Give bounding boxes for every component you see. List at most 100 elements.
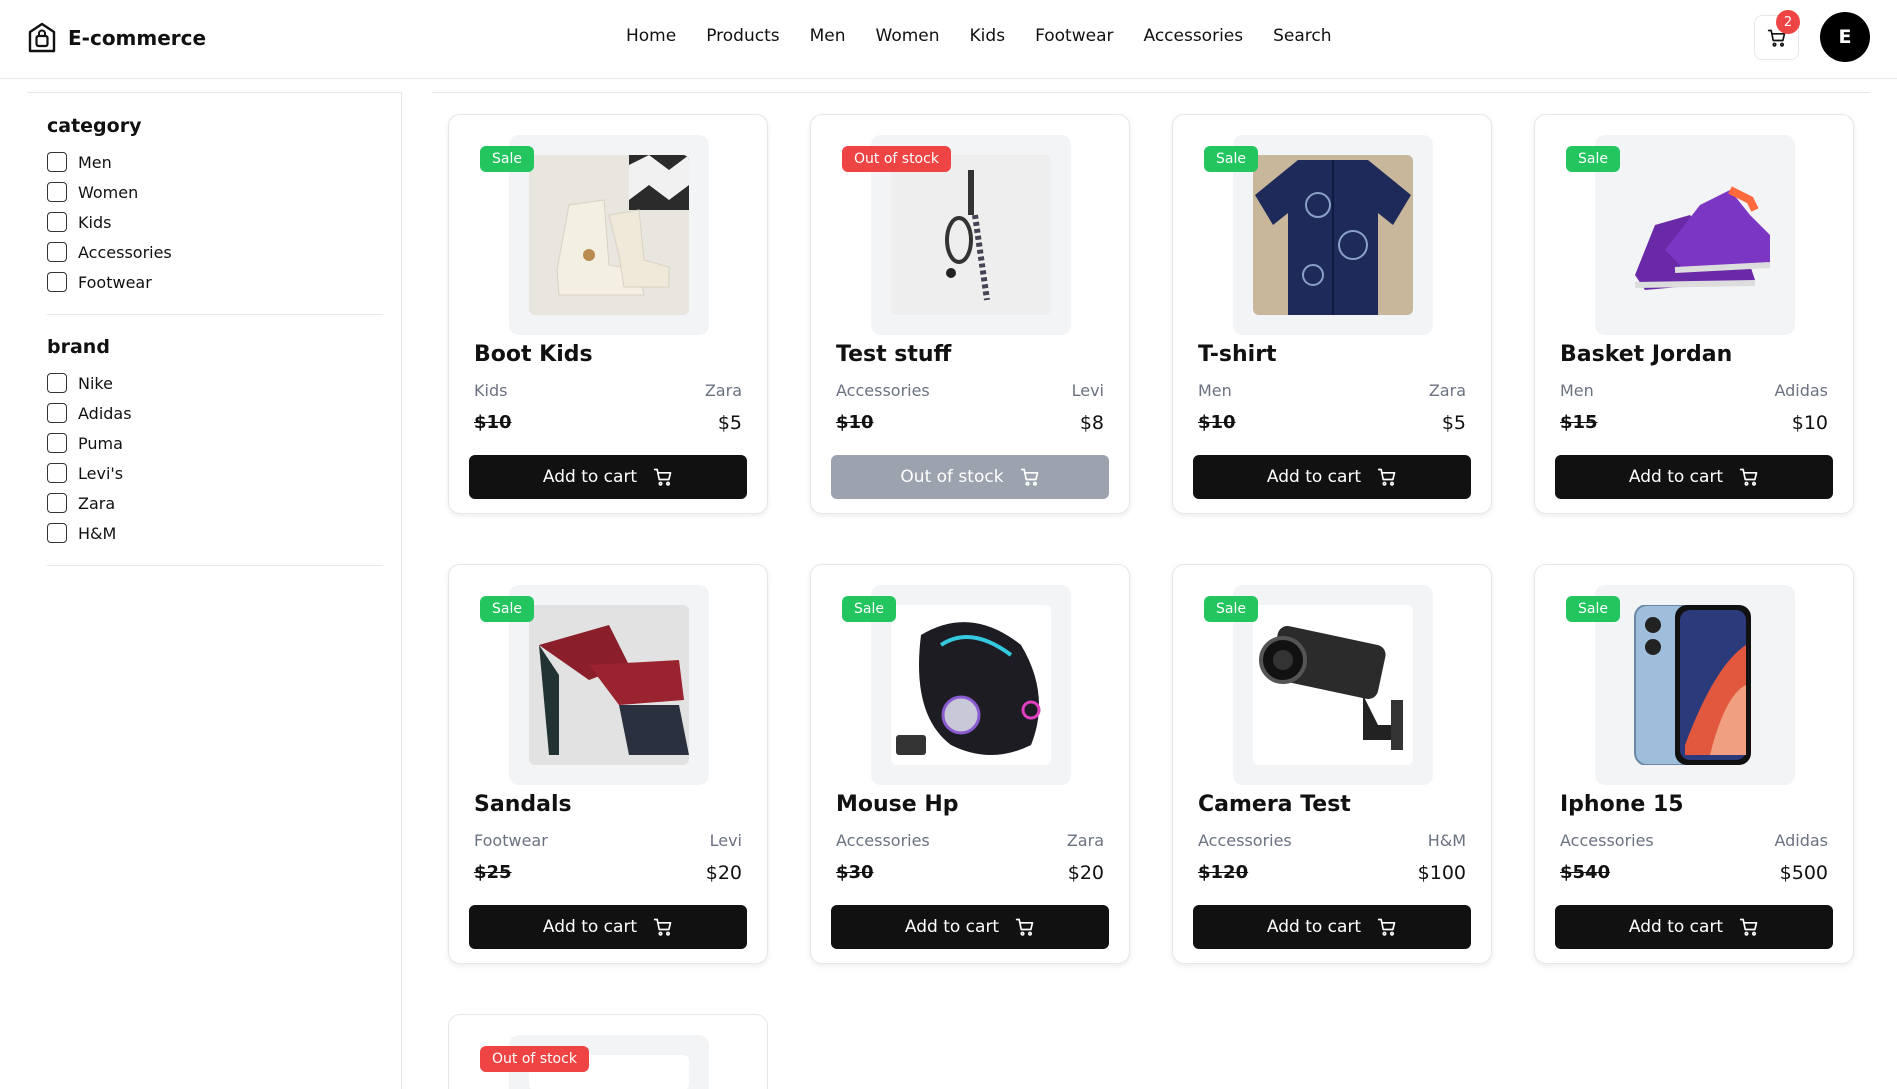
shopping-cart-icon: [1377, 918, 1396, 936]
product-card[interactable]: Sale Camera Test Accessories H&M $120 $1…: [1172, 564, 1492, 964]
add-to-cart-button[interactable]: Add to cart: [1193, 455, 1471, 499]
out-of-stock-button[interactable]: Out of stock: [831, 455, 1109, 499]
button-label: Add to cart: [1628, 917, 1724, 937]
product-brand: Zara: [1428, 381, 1466, 400]
filter-divider: [47, 565, 383, 566]
option-label: H&M: [78, 523, 117, 543]
product-image: [1253, 605, 1413, 765]
checkbox[interactable]: [47, 403, 67, 423]
brand-option-puma[interactable]: Puma: [47, 428, 383, 458]
category-option-kids[interactable]: Kids: [47, 207, 383, 237]
product-category: Kids: [474, 381, 508, 400]
sale-badge: Sale: [1566, 146, 1620, 172]
product-card[interactable]: Out of stock: [448, 1014, 768, 1089]
checkbox[interactable]: [47, 493, 67, 513]
product-image: [529, 605, 689, 765]
product-name[interactable]: Boot Kids: [474, 342, 593, 367]
product-category: Men: [1560, 381, 1594, 400]
brand-option-adidas[interactable]: Adidas: [47, 398, 383, 428]
sale-price: $10: [1791, 412, 1828, 434]
product-image-frame: [509, 585, 709, 785]
shopping-cart-icon: [653, 918, 672, 936]
checkbox[interactable]: [47, 373, 67, 393]
add-to-cart-button[interactable]: Add to cart: [1555, 455, 1833, 499]
button-label: Add to cart: [542, 917, 638, 937]
nav-search[interactable]: Search: [1273, 26, 1331, 46]
brand-filter-group: brand Nike Adidas Puma Levi's Zara H&M: [47, 336, 383, 548]
keychain-image: [891, 155, 1051, 315]
nav-kids[interactable]: Kids: [970, 26, 1006, 46]
product-image-frame: [1233, 135, 1433, 335]
product-name[interactable]: Mouse Hp: [836, 792, 959, 817]
product-category: Accessories: [836, 381, 930, 400]
brand-option-hm[interactable]: H&M: [47, 518, 383, 548]
nav-products[interactable]: Products: [706, 26, 779, 46]
checkbox[interactable]: [47, 523, 67, 543]
product-category: Men: [1198, 381, 1232, 400]
sale-badge: Sale: [480, 146, 534, 172]
product-card[interactable]: Sale Iphone 15 Accessories Adidas $540 $…: [1534, 564, 1854, 964]
product-category: Accessories: [836, 831, 930, 850]
brand-option-zara[interactable]: Zara: [47, 488, 383, 518]
checkbox[interactable]: [47, 433, 67, 453]
option-label: Adidas: [78, 403, 132, 423]
product-name[interactable]: Iphone 15: [1560, 792, 1684, 817]
category-option-accessories[interactable]: Accessories: [47, 237, 383, 267]
sale-badge: Sale: [842, 596, 896, 622]
option-label: Levi's: [78, 463, 124, 483]
nav-footwear[interactable]: Footwear: [1035, 26, 1113, 46]
brand-option-levis[interactable]: Levi's: [47, 458, 383, 488]
product-card[interactable]: Out of stock Test stuff Accessories Levi…: [810, 114, 1130, 514]
nav-accessories[interactable]: Accessories: [1143, 26, 1243, 46]
product-card[interactable]: Sale Basket Jordan Men Adidas $15 $10 Ad…: [1534, 114, 1854, 514]
option-label: Footwear: [78, 272, 152, 292]
checkbox[interactable]: [47, 152, 67, 172]
checkbox[interactable]: [47, 242, 67, 262]
product-name[interactable]: Camera Test: [1198, 792, 1351, 817]
checkbox[interactable]: [47, 212, 67, 232]
brand-logo-link[interactable]: E-commerce: [28, 22, 206, 54]
category-option-women[interactable]: Women: [47, 177, 383, 207]
product-brand: Zara: [704, 381, 742, 400]
user-avatar[interactable]: E: [1820, 12, 1870, 62]
product-name[interactable]: Test stuff: [836, 342, 951, 367]
checkbox[interactable]: [47, 272, 67, 292]
add-to-cart-button[interactable]: Add to cart: [831, 905, 1109, 949]
button-label: Add to cart: [1266, 917, 1362, 937]
filter-sidebar: category Men Women Kids Accessories Foot…: [27, 92, 402, 1089]
add-to-cart-button[interactable]: Add to cart: [469, 905, 747, 949]
button-label: Out of stock: [900, 467, 1004, 487]
product-card[interactable]: Sale Sandals Footwear Levi $25 $20 Add t…: [448, 564, 768, 964]
product-name[interactable]: Sandals: [474, 792, 572, 817]
product-name[interactable]: T-shirt: [1198, 342, 1277, 367]
original-price: $120: [1198, 862, 1249, 883]
checkbox[interactable]: [47, 182, 67, 202]
nav-women[interactable]: Women: [876, 26, 940, 46]
product-card[interactable]: Sale Boot Kids Kids Zara $10 $5 Add to c…: [448, 114, 768, 514]
button-label: Add to cart: [904, 917, 1000, 937]
product-image-frame: [871, 585, 1071, 785]
product-card[interactable]: Sale Mouse Hp Accessories Zara $30 $20 A…: [810, 564, 1130, 964]
category-option-footwear[interactable]: Footwear: [47, 267, 383, 297]
product-card[interactable]: Sale T-shirt Men Zara $10 $5 Add to cart: [1172, 114, 1492, 514]
product-image: [529, 155, 689, 315]
sale-price: $500: [1779, 862, 1828, 884]
product-image: [891, 155, 1051, 315]
add-to-cart-button[interactable]: Add to cart: [1193, 905, 1471, 949]
brand-option-nike[interactable]: Nike: [47, 368, 383, 398]
nav-home[interactable]: Home: [626, 26, 676, 46]
checkbox[interactable]: [47, 463, 67, 483]
category-option-men[interactable]: Men: [47, 147, 383, 177]
product-image: [891, 605, 1051, 765]
product-name[interactable]: Basket Jordan: [1560, 342, 1732, 367]
sale-badge: Sale: [1204, 596, 1258, 622]
add-to-cart-button[interactable]: Add to cart: [1555, 905, 1833, 949]
product-brand: Zara: [1066, 831, 1104, 850]
original-price: $10: [474, 412, 512, 433]
sale-price: $20: [705, 862, 742, 884]
nav-men[interactable]: Men: [810, 26, 846, 46]
option-label: Nike: [78, 373, 113, 393]
option-label: Accessories: [78, 242, 172, 262]
category-filter-title: category: [47, 115, 142, 137]
add-to-cart-button[interactable]: Add to cart: [469, 455, 747, 499]
